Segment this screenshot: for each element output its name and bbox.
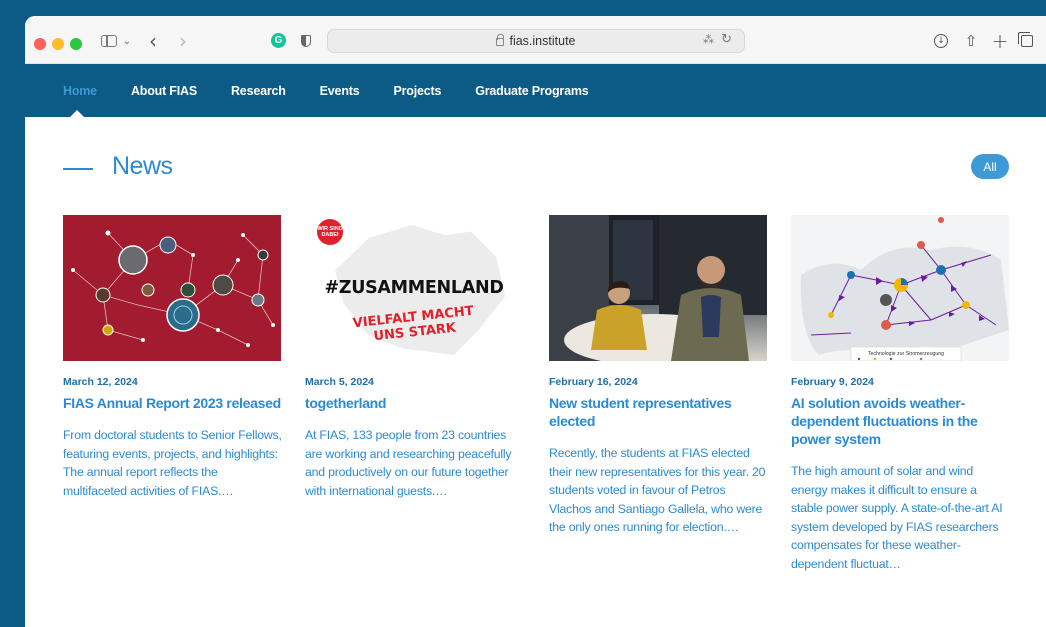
sidebar-icon[interactable] — [99, 30, 119, 52]
news-title-link[interactable]: AI solution avoids weather-dependent flu… — [791, 394, 1011, 448]
main-navigation: Home About FIAS Research Events Projects… — [25, 64, 1046, 117]
nav-graduate-programs[interactable]: Graduate Programs — [475, 84, 589, 98]
nav-research[interactable]: Research — [231, 84, 286, 98]
news-excerpt: From doctoral students to Senior Fellows… — [63, 428, 282, 498]
active-nav-indicator — [70, 110, 84, 117]
zusammenland-headline: #ZUSAMMENLAND — [324, 278, 504, 298]
download-icon[interactable]: ↓ — [933, 30, 949, 52]
nav-projects[interactable]: Projects — [393, 84, 441, 98]
browser-window: ⌄ ‹ › G fias.institute ⁂ ↻ ↓ ⇧ + Home Ab… — [25, 16, 1046, 627]
news-date: February 9, 2024 — [791, 376, 874, 388]
network-illustration — [71, 230, 275, 347]
minimize-window-button[interactable] — [52, 38, 64, 50]
browser-toolbar: ⌄ ‹ › G fias.institute ⁂ ↻ ↓ ⇧ + — [25, 16, 1046, 64]
news-header: News All — [25, 117, 1046, 215]
news-date: February 16, 2024 — [549, 376, 638, 388]
all-news-button[interactable]: All — [971, 154, 1009, 179]
news-card[interactable]: WIR SIND DABEI #ZUSAMMENLAND VIELFALT MA… — [305, 215, 525, 500]
zoom-window-button[interactable] — [70, 38, 82, 50]
news-excerpt: The high amount of solar and wind energy… — [791, 464, 1003, 571]
new-tab-icon[interactable]: + — [992, 29, 1009, 53]
back-icon[interactable]: ‹ — [146, 29, 160, 53]
shield-icon[interactable] — [299, 30, 313, 52]
news-card[interactable]: March 12, 2024 FIAS Annual Report 2023 r… — [63, 215, 283, 500]
europe-grid-map: Technologie zur Stromerzeugung — [800, 217, 1009, 361]
grammarly-icon[interactable]: G — [271, 33, 286, 48]
news-card[interactable]: Technologie zur Stromerzeugung February … — [791, 215, 1011, 573]
url-text: fias.institute — [509, 34, 576, 48]
annual-report-image[interactable] — [63, 215, 281, 361]
zusammenland-image[interactable]: WIR SIND DABEI #ZUSAMMENLAND VIELFALT MA… — [305, 215, 523, 361]
news-title-link[interactable]: FIAS Annual Report 2023 released — [63, 394, 283, 412]
forward-icon[interactable]: › — [176, 29, 190, 53]
news-excerpt: Recently, the students at FIAS elected t… — [549, 446, 766, 534]
news-date: March 12, 2024 — [63, 376, 138, 388]
news-date: March 5, 2024 — [305, 376, 374, 388]
news-section: News All March 12, 2024 FIAS Annual Repo… — [25, 117, 1046, 571]
news-title-link[interactable]: New student representatives elected — [549, 394, 769, 430]
lock-icon — [496, 34, 505, 46]
power-grid-map-image[interactable]: Technologie zur Stromerzeugung — [791, 215, 1009, 361]
chevron-down-icon[interactable]: ⌄ — [121, 30, 133, 52]
tabs-overview-icon[interactable] — [1018, 30, 1035, 52]
wir-sind-dabei-badge: WIR SIND DABEI — [317, 219, 343, 245]
news-title-link[interactable]: togetherland — [305, 394, 525, 412]
news-excerpt: At FIAS, 133 people from 23 countries ar… — [305, 428, 512, 498]
nav-events[interactable]: Events — [320, 84, 360, 98]
students-photo-illustration — [549, 215, 767, 361]
nav-about-fias[interactable]: About FIAS — [131, 84, 197, 98]
section-dash — [63, 168, 93, 170]
address-bar[interactable]: fias.institute ⁂ ↻ — [327, 29, 745, 53]
news-card[interactable]: February 16, 2024 New student representa… — [549, 215, 769, 537]
translate-icon[interactable]: ⁂ — [703, 33, 714, 46]
share-icon[interactable]: ⇧ — [963, 30, 979, 52]
close-window-button[interactable] — [34, 38, 46, 50]
nav-home[interactable]: Home — [63, 84, 97, 98]
reload-icon[interactable]: ↻ — [721, 32, 732, 47]
news-title: News — [112, 152, 173, 180]
student-representatives-photo[interactable] — [549, 215, 767, 361]
map-legend-title: Technologie zur Stromerzeugung — [868, 351, 944, 357]
